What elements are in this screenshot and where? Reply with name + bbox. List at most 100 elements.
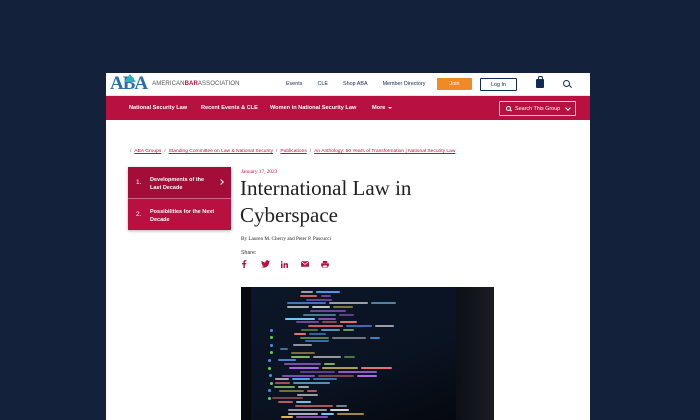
toc-item-possibilities[interactable]: 2. Possibilities for the Next Decade bbox=[128, 199, 231, 230]
code-line-segment bbox=[291, 351, 315, 354]
code-line-segment bbox=[286, 306, 309, 309]
code-line-segment bbox=[301, 329, 318, 331]
code-line-segment bbox=[306, 389, 317, 392]
code-line-segment bbox=[298, 386, 310, 388]
link-cle[interactable]: CLE bbox=[317, 81, 328, 87]
breadcrumb: / ABA Groups / Standing Committee on Law & … bbox=[130, 149, 455, 154]
file-tree-dot bbox=[269, 351, 273, 355]
code-line-segment bbox=[272, 397, 304, 400]
code-line-segment bbox=[323, 363, 336, 366]
code-line-segment bbox=[312, 378, 338, 381]
breadcrumb-separator: / bbox=[276, 149, 278, 154]
breadcrumb-separator: / bbox=[130, 149, 132, 154]
toc-item-label: Developments of the Last Decade bbox=[150, 177, 205, 191]
print-icon[interactable] bbox=[321, 260, 341, 268]
code-line-segment bbox=[311, 306, 331, 309]
group-search-label: Search This Group bbox=[515, 105, 561, 112]
breadcrumb-standing-committee[interactable]: Standing Committee on Law & National Sec… bbox=[169, 149, 273, 154]
code-line-segment bbox=[370, 302, 397, 305]
shopping-bag-icon[interactable] bbox=[536, 76, 544, 88]
share-label: Share: bbox=[241, 250, 257, 256]
email-icon[interactable] bbox=[301, 261, 321, 267]
aba-logo[interactable]: ABA AMERICANBARASSOCIATION bbox=[110, 73, 240, 95]
link-member-directory[interactable]: Member Directory bbox=[383, 81, 426, 87]
group-nav: National Security Law Recent Events & CL… bbox=[106, 96, 590, 120]
breadcrumb-separator: / bbox=[164, 149, 166, 154]
code-line-segment bbox=[336, 405, 348, 407]
code-line-segment bbox=[283, 363, 321, 366]
page-frame: ABA AMERICANBARASSOCIATION Events CLE Sh… bbox=[106, 73, 590, 420]
file-tree-dot bbox=[267, 358, 271, 362]
breadcrumb-separator: / bbox=[309, 149, 312, 154]
code-line-segment bbox=[275, 378, 289, 381]
chevron-down-icon bbox=[388, 106, 393, 109]
code-line-segment bbox=[296, 393, 318, 396]
code-line-segment bbox=[292, 344, 312, 347]
toc-item-number: 2. bbox=[136, 211, 142, 218]
code-line-segment bbox=[305, 298, 332, 301]
article-byline: By Lauren M. Cherry and Peter P. Pascucc… bbox=[241, 236, 332, 242]
code-line-segment bbox=[321, 321, 338, 324]
file-tree-dot bbox=[268, 396, 272, 400]
code-line-segment bbox=[310, 310, 347, 312]
toc-item-number: 1. bbox=[136, 179, 142, 186]
code-line-segment bbox=[357, 374, 377, 377]
breadcrumb-anthology[interactable]: An Anthology: 60 Years of Transformation… bbox=[314, 149, 455, 154]
code-line-segment bbox=[296, 416, 328, 419]
group-search-dropdown[interactable]: Search This Group bbox=[499, 101, 576, 116]
code-line-segment bbox=[317, 317, 336, 320]
join-button[interactable]: Join bbox=[437, 78, 472, 90]
code-line-segment bbox=[303, 313, 336, 316]
search-icon bbox=[506, 106, 511, 111]
code-line-segment bbox=[340, 321, 357, 324]
toc-item-label: Possibilities for the Next Decade bbox=[150, 209, 215, 223]
twitter-icon[interactable] bbox=[261, 260, 281, 268]
article-hero-image bbox=[241, 287, 494, 420]
code-line-segment bbox=[361, 367, 392, 369]
breadcrumb-publications[interactable]: Publications bbox=[280, 149, 306, 154]
code-line-segment bbox=[315, 291, 340, 293]
logo-text: AMERICANBARASSOCIATION bbox=[152, 81, 240, 87]
nav-recent-events-cle[interactable]: Recent Events & CLE bbox=[201, 96, 258, 120]
file-tree-dot bbox=[269, 336, 273, 340]
search-icon[interactable] bbox=[563, 80, 570, 87]
code-line-segment bbox=[305, 340, 329, 343]
code-line-segment bbox=[287, 302, 327, 305]
share-icons bbox=[241, 259, 341, 269]
code-line-segment bbox=[279, 389, 304, 392]
code-line-segment bbox=[281, 374, 315, 377]
facebook-icon[interactable] bbox=[241, 260, 261, 268]
code-line-segment bbox=[294, 332, 307, 335]
link-events[interactable]: Events bbox=[286, 81, 302, 87]
nav-women-in-national-security-law[interactable]: Women in National Security Law bbox=[270, 96, 356, 120]
code-line-segment bbox=[321, 412, 334, 415]
code-line-segment bbox=[288, 408, 328, 411]
code-line-segment bbox=[274, 386, 296, 388]
code-line-segment bbox=[333, 306, 353, 309]
breadcrumb-aba-groups[interactable]: ABA Groups bbox=[134, 149, 161, 154]
linkedin-icon[interactable] bbox=[281, 260, 301, 268]
code-line-segment bbox=[287, 412, 319, 415]
code-line-segment bbox=[329, 302, 368, 305]
file-tree-dot bbox=[268, 389, 272, 393]
code-line-segment bbox=[293, 382, 331, 385]
code-line-segment bbox=[337, 370, 378, 373]
code-line-segment bbox=[346, 325, 372, 328]
top-bar: ABA AMERICANBARASSOCIATION Events CLE Sh… bbox=[106, 73, 590, 96]
code-line-segment bbox=[320, 294, 331, 297]
code-line-segment bbox=[291, 378, 310, 381]
login-button[interactable]: Log In bbox=[480, 78, 517, 91]
link-shop-aba[interactable]: Shop ABA bbox=[343, 81, 368, 87]
code-line-segment bbox=[321, 367, 359, 369]
code-line-segment bbox=[281, 416, 294, 419]
nav-more[interactable]: More bbox=[372, 96, 393, 120]
code-line-segment bbox=[278, 359, 296, 362]
code-line-segment bbox=[301, 291, 313, 293]
code-line-segment bbox=[331, 336, 367, 339]
code-line-segment bbox=[336, 412, 365, 415]
file-tree-dot bbox=[270, 328, 274, 332]
toc-item-developments[interactable]: 1. Developments of the Last Decade bbox=[128, 167, 231, 198]
code-line-segment bbox=[330, 408, 349, 411]
nav-national-security-law[interactable]: National Security Law bbox=[129, 96, 187, 120]
code-line-segment bbox=[338, 313, 354, 316]
